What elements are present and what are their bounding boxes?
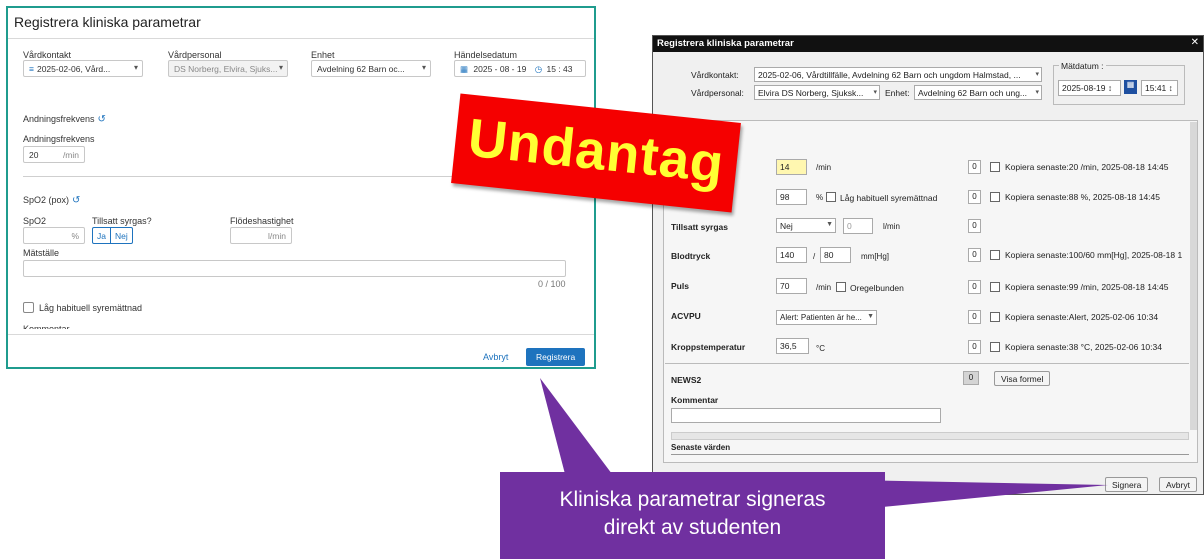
info-callout: Kliniska parametrar signeras direkt av s… [500, 472, 885, 559]
callout-line-1: Kliniska parametrar signeras [559, 488, 826, 511]
callout-pointer-right [852, 480, 1108, 510]
callout-pointer-left [540, 378, 612, 474]
callout-line-2: direkt av studenten [603, 516, 782, 539]
stamp-text: Undantag [465, 107, 728, 195]
